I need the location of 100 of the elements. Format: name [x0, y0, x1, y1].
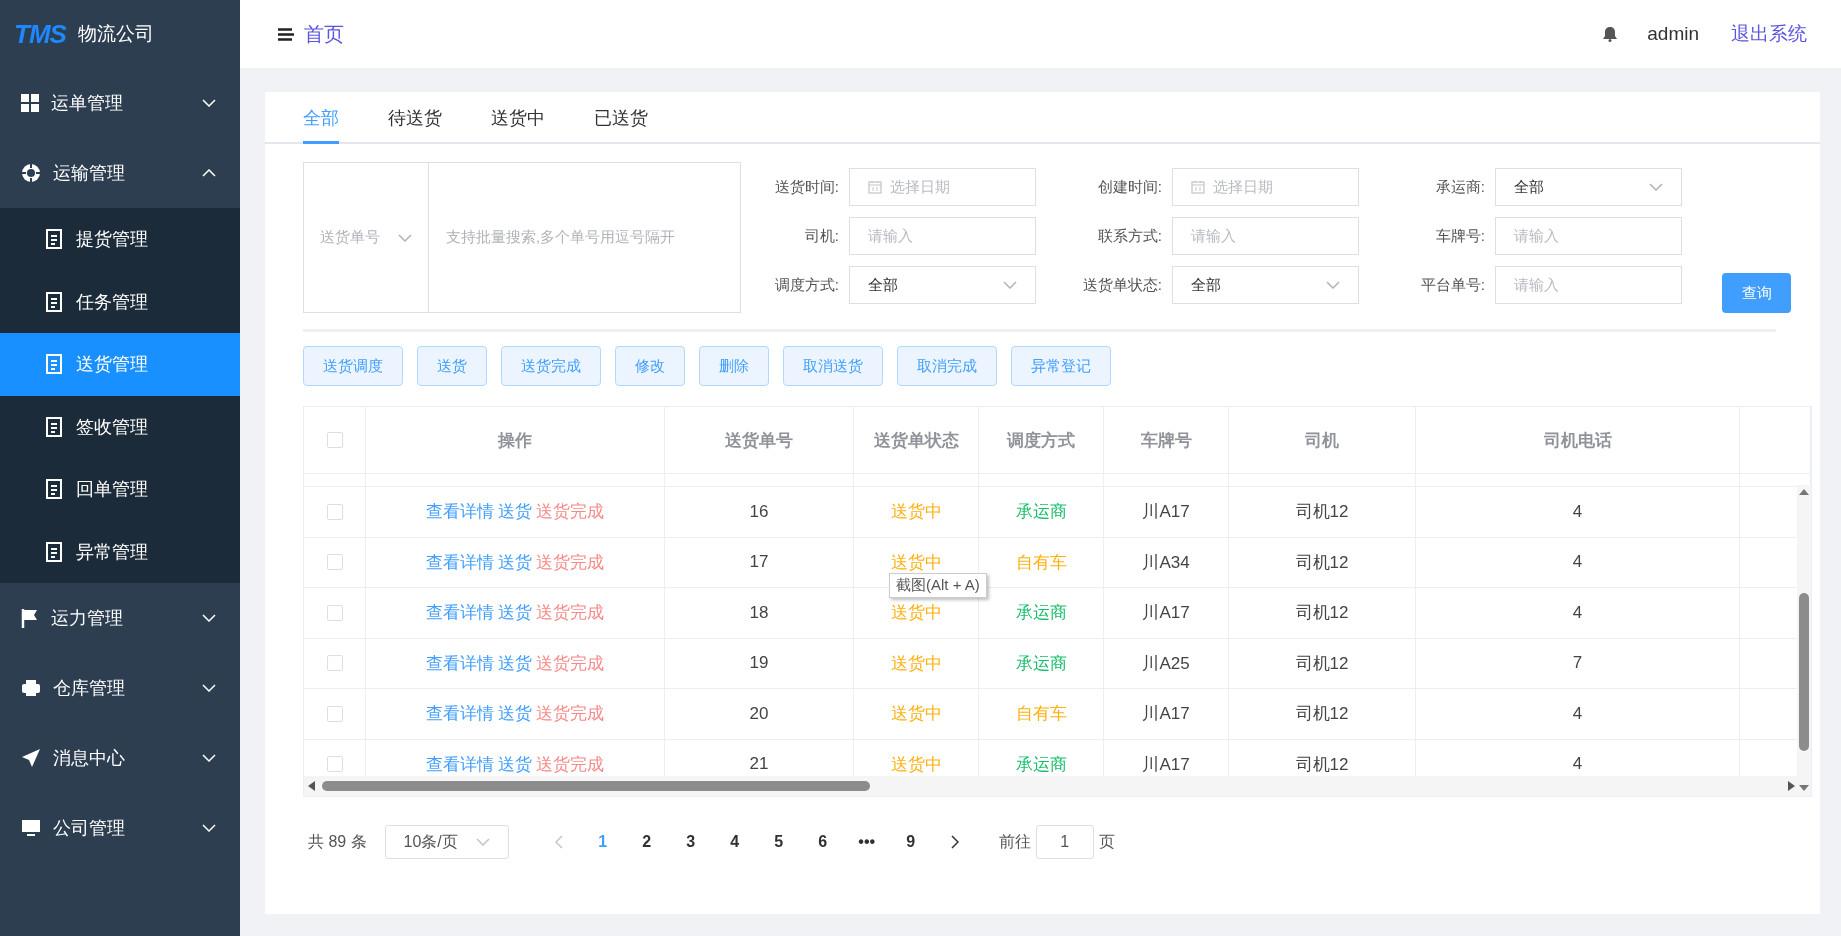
select-field[interactable]: 全部: [1495, 168, 1682, 206]
submenu-item[interactable]: 提货管理: [0, 208, 240, 271]
row-action-link[interactable]: 送货完成: [536, 500, 604, 524]
row-action-link[interactable]: 送货完成: [536, 651, 604, 675]
checkbox[interactable]: [326, 503, 343, 520]
submenu-item[interactable]: 异常管理: [0, 520, 240, 583]
action-button[interactable]: 送货: [417, 346, 487, 386]
page-number[interactable]: •••: [844, 833, 889, 851]
column-header: 司机: [1229, 407, 1416, 473]
column-header: 操作: [366, 407, 665, 473]
page-number[interactable]: 2: [624, 833, 669, 851]
select-field[interactable]: 全部: [1172, 266, 1359, 304]
action-button[interactable]: 送货调度: [303, 346, 403, 386]
menu-item[interactable]: 公司管理: [0, 793, 240, 863]
chevron-down-icon: [202, 684, 216, 692]
table-cell: 20: [665, 689, 854, 739]
page-number[interactable]: 6: [800, 833, 845, 851]
username[interactable]: admin: [1647, 23, 1699, 45]
submenu-item[interactable]: 任务管理: [0, 270, 240, 333]
send-icon: [21, 748, 41, 768]
tab[interactable]: 送货中: [491, 92, 545, 144]
status-cell: 送货中: [854, 487, 979, 537]
action-button[interactable]: 修改: [615, 346, 685, 386]
row-action-link[interactable]: 送货: [498, 752, 532, 776]
row-action-link[interactable]: 查看详情: [426, 651, 494, 675]
page-number[interactable]: 1: [580, 833, 625, 851]
filter-label: 承运商:: [1434, 177, 1486, 197]
menu-item[interactable]: 运单管理: [0, 68, 240, 138]
row-action-link[interactable]: 送货完成: [536, 702, 604, 726]
chevron-down-icon: [202, 754, 216, 762]
input-field[interactable]: 请输入: [1495, 217, 1682, 255]
dispatch-cell: 承运商: [979, 638, 1104, 688]
logout-link[interactable]: 退出系统: [1731, 21, 1807, 47]
row-action-link[interactable]: 送货: [498, 601, 532, 625]
table-cell: 18: [665, 588, 854, 638]
menu-item[interactable]: 消息中心: [0, 723, 240, 793]
row-action-link[interactable]: 查看详情: [426, 702, 494, 726]
table-cell: 司机12: [1229, 487, 1416, 537]
tooltip: 截图(Alt + A): [889, 573, 987, 598]
menu-item[interactable]: 运输管理: [0, 138, 240, 208]
checkbox[interactable]: [326, 604, 343, 621]
submenu-item[interactable]: 签收管理: [0, 395, 240, 458]
input-field[interactable]: 请输入: [1172, 217, 1359, 255]
breadcrumb[interactable]: 首页: [304, 20, 1594, 48]
checkbox[interactable]: [326, 655, 343, 672]
page-number[interactable]: 4: [712, 833, 757, 851]
select-field[interactable]: 全部: [849, 266, 1036, 304]
document-icon: [46, 229, 62, 250]
date-picker[interactable]: 选择日期: [1172, 168, 1359, 206]
action-button[interactable]: 异常登记: [1011, 346, 1111, 386]
menu-item[interactable]: 运力管理: [0, 583, 240, 653]
checkbox[interactable]: [326, 554, 343, 571]
status-cell: 送货中: [854, 638, 979, 688]
calendar-icon: [1191, 180, 1205, 194]
tab[interactable]: 已送货: [594, 92, 648, 144]
row-action-link[interactable]: 送货: [498, 550, 532, 574]
date-picker[interactable]: 选择日期: [849, 168, 1036, 206]
table-cell: 19: [665, 638, 854, 688]
table-cell: 川A17: [1104, 588, 1229, 638]
tab[interactable]: 全部: [303, 92, 339, 144]
next-page-icon[interactable]: [950, 835, 959, 849]
row-action-link[interactable]: 查看详情: [426, 601, 494, 625]
previous-page-icon[interactable]: [554, 835, 563, 849]
input-field[interactable]: 请输入: [1495, 266, 1682, 304]
row-action-link[interactable]: 送货完成: [536, 550, 604, 574]
row-action-link[interactable]: 查看详情: [426, 550, 494, 574]
tab[interactable]: 待送货: [388, 92, 442, 144]
page-size-select[interactable]: 10条/页: [384, 825, 509, 859]
menu-item[interactable]: 仓库管理: [0, 653, 240, 723]
action-button[interactable]: 取消完成: [897, 346, 997, 386]
table-cell: 川A34: [1104, 537, 1229, 587]
row-action-link[interactable]: 查看详情: [426, 752, 494, 776]
input-field[interactable]: 请输入: [849, 217, 1036, 255]
submenu-item[interactable]: 送货管理: [0, 333, 240, 396]
page-number[interactable]: 5: [756, 833, 801, 851]
row-action-link[interactable]: 查看详情: [426, 500, 494, 524]
checkbox[interactable]: [326, 705, 343, 722]
row-action-link[interactable]: 送货: [498, 651, 532, 675]
column-header: 送货单号: [665, 407, 854, 473]
action-button[interactable]: 删除: [699, 346, 769, 386]
page-number[interactable]: 9: [888, 833, 933, 851]
page-number[interactable]: 3: [668, 833, 713, 851]
checkbox[interactable]: [326, 432, 343, 448]
query-button[interactable]: 查询: [1722, 273, 1791, 313]
row-action-link[interactable]: 送货: [498, 702, 532, 726]
table-cell: 川A25: [1104, 638, 1229, 688]
dispatch-cell: 自有车: [979, 689, 1104, 739]
table-cell: 司机12: [1229, 689, 1416, 739]
document-icon: [46, 291, 62, 312]
page-input[interactable]: 1: [1035, 825, 1094, 859]
action-button[interactable]: 送货完成: [501, 346, 601, 386]
menu-icon[interactable]: [278, 27, 294, 41]
bell-icon[interactable]: [1603, 26, 1618, 42]
row-action-link[interactable]: 送货: [498, 500, 532, 524]
submenu-item[interactable]: 回单管理: [0, 458, 240, 521]
row-action-link[interactable]: 送货完成: [536, 601, 604, 625]
table-cell: 川A17: [1104, 487, 1229, 537]
row-action-link[interactable]: 送货完成: [536, 752, 604, 776]
action-button[interactable]: 取消送货: [783, 346, 883, 386]
checkbox[interactable]: [326, 756, 343, 773]
